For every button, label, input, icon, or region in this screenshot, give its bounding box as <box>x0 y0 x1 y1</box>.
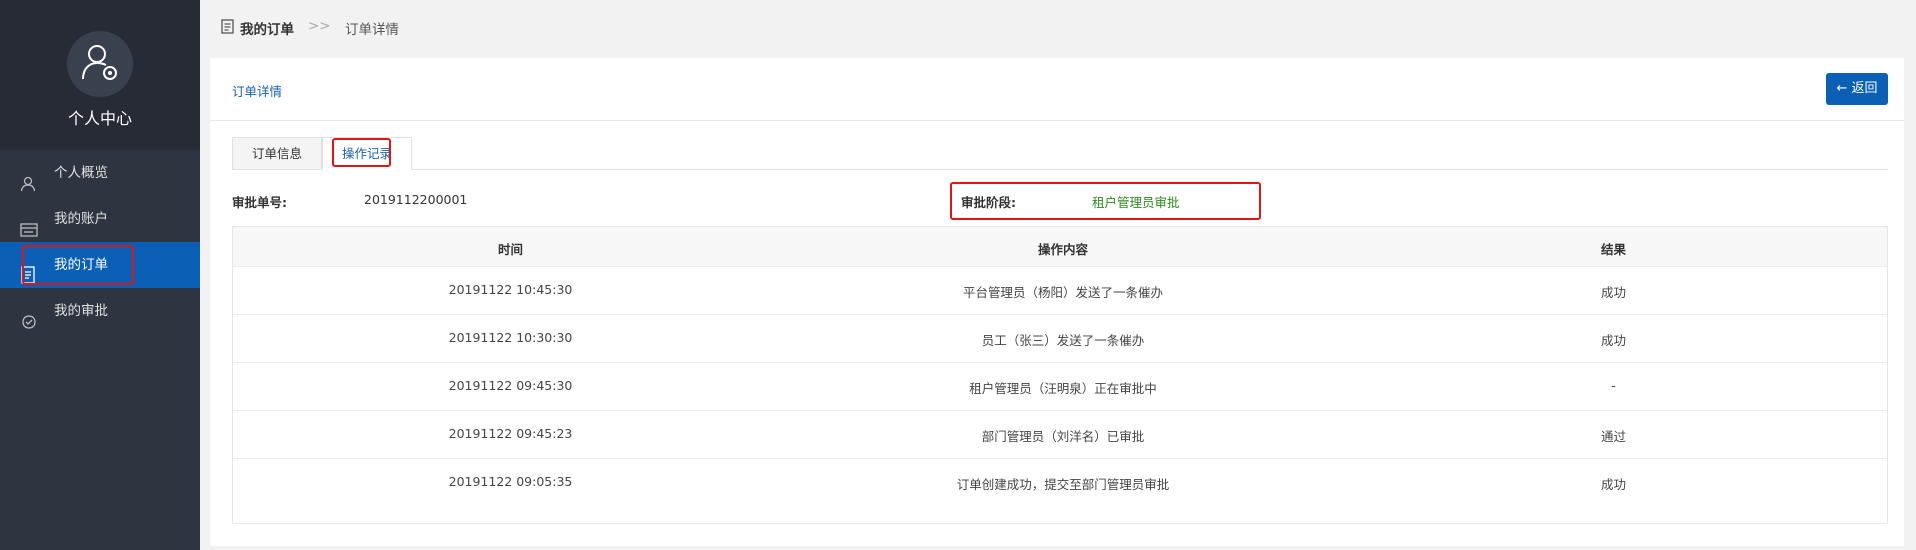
column-header-result: 结果 <box>1600 242 1626 257</box>
back-button-label: 返回 <box>1851 81 1878 96</box>
order-detail-card: 订单详情 ← 返回 订单信息 操作记录 审批单号: 2019112200001 … <box>210 58 1904 546</box>
approval-no-value: 2019112200001 <box>364 192 468 207</box>
highlight-box-stage <box>950 182 1261 220</box>
operation-log-table: 时间 操作内容 结果 20191122 10:45:30 平台管理员（杨阳）发送… <box>232 226 1888 524</box>
breadcrumb-separator: >> <box>308 18 331 34</box>
profile-title: 个人中心 <box>67 109 132 128</box>
table-row: 20191122 10:45:30 平台管理员（杨阳）发送了一条催办 成功 <box>233 266 1887 315</box>
cell-result: 通过 <box>1600 429 1626 444</box>
profile-header: 个人中心 <box>0 0 200 150</box>
approval-no-label: 审批单号: <box>232 195 287 210</box>
tab-bar: 订单信息 操作记录 <box>232 137 1888 170</box>
cell-content: 租户管理员（汪明泉）正在审批中 <box>969 381 1157 396</box>
sidebar-item-overview[interactable]: 个人概览 <box>0 150 200 196</box>
sidebar-item-label: 我的账户 <box>54 211 108 227</box>
cell-result: 成功 <box>1600 477 1626 492</box>
cell-content: 订单创建成功，提交至部门管理员审批 <box>956 477 1170 492</box>
sidebar-item-account[interactable]: 我的账户 <box>0 196 200 242</box>
cell-time: 20191122 09:45:23 <box>448 426 573 441</box>
cell-content: 员工（张三）发送了一条催办 <box>981 333 1145 348</box>
avatar[interactable] <box>67 31 133 97</box>
highlight-box-tab <box>332 138 391 167</box>
card-title: 订单详情 <box>232 84 283 99</box>
cell-time: 20191122 09:05:35 <box>448 474 573 489</box>
cell-content: 部门管理员（刘洋名）已审批 <box>981 429 1145 444</box>
cell-time: 20191122 09:45:30 <box>448 378 573 393</box>
cell-result: - <box>1611 378 1616 393</box>
cell-time: 20191122 10:30:30 <box>448 330 573 345</box>
breadcrumb-current: 订单详情 <box>345 22 399 38</box>
cell-content: 平台管理员（杨阳）发送了一条催办 <box>962 285 1163 300</box>
card-header: 订单详情 ← 返回 <box>210 58 1904 121</box>
table-row: 20191122 10:30:30 员工（张三）发送了一条催办 成功 <box>233 314 1887 363</box>
sidebar-item-label: 个人概览 <box>54 165 108 181</box>
cell-time: 20191122 10:45:30 <box>448 282 573 297</box>
table-row: 20191122 09:45:30 租户管理员（汪明泉）正在审批中 - <box>233 362 1887 411</box>
table-row: 20191122 09:45:23 部门管理员（刘洋名）已审批 通过 <box>233 410 1887 459</box>
column-header-content: 操作内容 <box>1037 242 1088 257</box>
cell-result: 成功 <box>1600 285 1626 300</box>
sidebar-item-label: 我的审批 <box>54 303 108 319</box>
user-settings-icon <box>82 45 117 80</box>
arrow-left-icon: ← <box>1836 81 1848 96</box>
tab-order-info[interactable]: 订单信息 <box>232 137 322 169</box>
breadcrumb-root[interactable]: 我的订单 <box>240 18 294 38</box>
cell-result: 成功 <box>1600 333 1626 348</box>
highlight-box-sidebar <box>22 245 134 285</box>
column-header-time: 时间 <box>497 242 523 257</box>
back-button[interactable]: ← 返回 <box>1826 73 1888 105</box>
document-icon <box>221 19 234 38</box>
table-header: 时间 操作内容 结果 <box>233 227 1887 266</box>
breadcrumb: 我的订单 >> 订单详情 <box>200 0 1916 55</box>
table-row: 20191122 09:05:35 订单创建成功，提交至部门管理员审批 成功 <box>233 458 1887 507</box>
sidebar: 个人中心 个人概览 我的账户 我的订单 我的审批 <box>0 0 200 550</box>
sidebar-item-approvals[interactable]: 我的审批 <box>0 288 200 334</box>
approval-icon <box>20 303 38 349</box>
